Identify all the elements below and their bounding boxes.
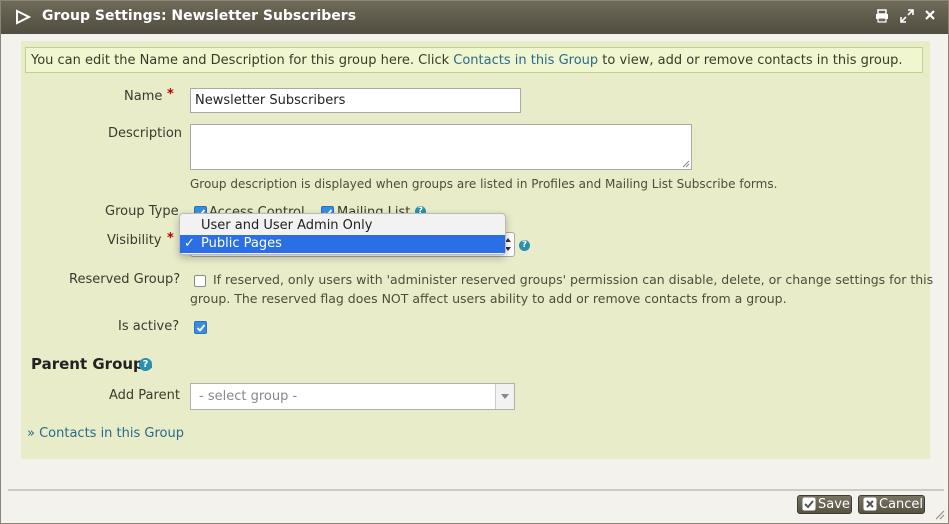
maximize-icon[interactable]: [899, 9, 915, 25]
description-label: Description: [108, 126, 183, 141]
help-banner: You can edit the Name and Description fo…: [25, 47, 923, 73]
group-settings-dialog: Group Settings: Newsletter Subscribers Y…: [0, 0, 949, 524]
name-required-marker: *: [167, 87, 174, 102]
resize-grip-icon[interactable]: [682, 160, 690, 168]
reserved-help-line1: If reserved, only users with 'administer…: [213, 272, 934, 287]
description-help-text: Group description is displayed when grou…: [190, 177, 778, 191]
cancel-button[interactable]: Cancel: [858, 495, 925, 514]
dialog-icon: [15, 9, 32, 25]
help-banner-contacts-link[interactable]: Contacts in this Group: [453, 53, 598, 68]
visibility-option-label: Public Pages: [201, 236, 282, 251]
visibility-label: Visibility: [107, 233, 162, 248]
visibility-help-icon[interactable]: ?: [519, 240, 530, 251]
reserved-group-label: Reserved Group?: [69, 272, 181, 287]
footer-divider: [8, 489, 944, 491]
visibility-required-marker: *: [167, 231, 174, 246]
help-banner-text-before: You can edit the Name and Description fo…: [31, 53, 454, 68]
save-label: Save: [818, 497, 850, 512]
help-banner-text-after: to view, add or remove contacts in this …: [598, 53, 903, 68]
is-active-checkbox[interactable]: [194, 321, 207, 334]
name-label: Name: [124, 89, 163, 104]
close-icon[interactable]: [922, 9, 938, 25]
resize-corner-icon[interactable]: [935, 510, 945, 520]
check-icon: ✓: [184, 236, 195, 251]
close-icon: [863, 497, 877, 511]
check-icon: [802, 497, 816, 511]
visibility-dropdown-menu: User and User Admin Only ✓ Public Pages: [179, 213, 506, 255]
visibility-option-label: User and User Admin Only: [201, 218, 373, 233]
cancel-label: Cancel: [879, 497, 924, 512]
dialog-title: Group Settings: Newsletter Subscribers: [42, 8, 357, 24]
save-button[interactable]: Save: [797, 495, 852, 514]
add-parent-label: Add Parent: [109, 388, 180, 403]
is-active-label: Is active?: [118, 319, 180, 334]
chevron-down-icon[interactable]: [495, 384, 514, 409]
description-textarea[interactable]: [190, 124, 692, 170]
name-input[interactable]: [190, 88, 521, 113]
contacts-in-group-link[interactable]: » Contacts in this Group: [27, 426, 184, 441]
reserved-group-checkbox[interactable]: [194, 275, 206, 287]
parent-groups-help-icon[interactable]: ?: [139, 358, 152, 371]
add-parent-placeholder: - select group -: [199, 389, 298, 404]
print-icon[interactable]: [874, 9, 890, 25]
dialog-titlebar[interactable]: Group Settings: Newsletter Subscribers: [1, 1, 948, 34]
parent-groups-title: Parent Groups: [31, 355, 153, 373]
reserved-help-line2: group. The reserved flag does NOT affect…: [190, 291, 787, 306]
group-type-label: Group Type: [105, 204, 179, 219]
visibility-option-user-admin[interactable]: User and User Admin Only: [180, 217, 505, 235]
add-parent-select[interactable]: - select group -: [190, 383, 515, 410]
visibility-option-public-pages[interactable]: ✓ Public Pages: [180, 235, 505, 253]
